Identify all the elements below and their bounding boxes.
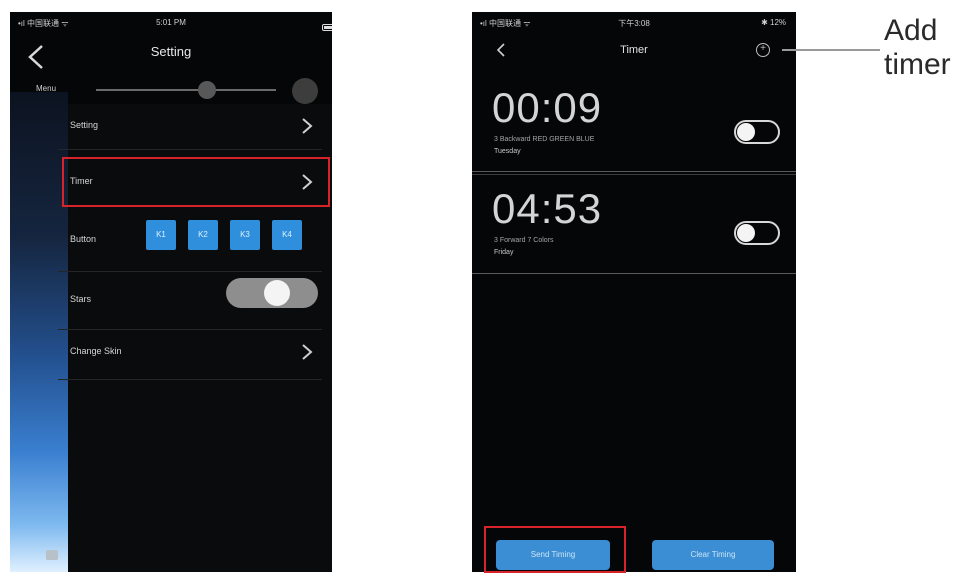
stars-toggle[interactable]	[226, 278, 318, 308]
page-title: Setting	[150, 44, 192, 59]
k1-button[interactable]: K1	[146, 220, 176, 250]
menu-item-label: Setting	[70, 120, 99, 130]
add-timer-icon[interactable]: +	[756, 43, 770, 57]
k3-button[interactable]: K3	[230, 220, 260, 250]
menu-item-label: Button	[70, 234, 97, 244]
toggle-knob	[264, 280, 290, 306]
menu-label: Menu	[36, 84, 57, 93]
timer-time: 00:09	[492, 84, 603, 131]
timer-time: 04:53	[492, 185, 603, 232]
battery-text: ✱ 12%	[761, 18, 786, 27]
k2-button[interactable]: K2	[188, 220, 218, 250]
chevron-right-icon	[302, 344, 313, 360]
timer-mode-text: 3 Backward RED GREEN BLUE	[494, 136, 595, 143]
home-icon[interactable]	[46, 550, 58, 560]
status-bar: •ıl 中国联通 ᯤ 5:01 PM	[10, 12, 332, 34]
clear-timing-button[interactable]: Clear Timing	[652, 540, 774, 570]
send-timing-highlight	[484, 526, 626, 573]
brightness-slider[interactable]	[96, 89, 276, 91]
menu-item-label: Change Skin	[70, 346, 122, 356]
timer-screen: •ıl 中国联通 ᯤ 下午3:08 ✱ 12% Timer + 00:09 3 …	[472, 12, 796, 572]
timer-enable-toggle[interactable]	[734, 120, 780, 144]
chevron-right-icon	[302, 118, 313, 134]
page-title: Timer	[620, 44, 648, 56]
timer-mode-text: 3 Forward 7 Colors	[494, 237, 554, 244]
toggle-knob	[737, 224, 755, 242]
timer-day-text: Friday	[494, 249, 514, 256]
menu-item-change-skin[interactable]: Change Skin	[58, 328, 322, 380]
timer-day-text: Tuesday	[494, 148, 521, 155]
clock-text: 下午3:08	[618, 19, 650, 28]
menu-item-setting[interactable]: Setting	[58, 102, 322, 150]
callout-line-1: Add	[884, 14, 938, 47]
callout-line	[782, 49, 880, 51]
timer-enable-toggle[interactable]	[734, 221, 780, 245]
status-bar: •ıl 中国联通 ᯤ 下午3:08 ✱ 12%	[472, 12, 796, 34]
add-timer-callout: Add timer	[884, 14, 951, 82]
timer-row-highlight	[62, 157, 330, 207]
k4-button[interactable]: K4	[272, 220, 302, 250]
setting-screen: •ıl 中国联通 ᯤ 5:01 PM Setting Menu Setting …	[10, 12, 332, 572]
timer-list-item[interactable]: 00:09 3 Backward RED GREEN BLUE Tuesday	[472, 74, 796, 172]
clock-text: 5:01 PM	[156, 18, 186, 27]
callout-line-2: timer	[884, 48, 951, 81]
slider-handle[interactable]	[198, 81, 216, 99]
timer-list-item[interactable]: 04:53 3 Forward 7 Colors Friday	[472, 174, 796, 274]
menu-item-label: Stars	[70, 294, 92, 304]
toggle-knob	[737, 123, 755, 141]
slider-bubble-icon	[292, 78, 318, 104]
